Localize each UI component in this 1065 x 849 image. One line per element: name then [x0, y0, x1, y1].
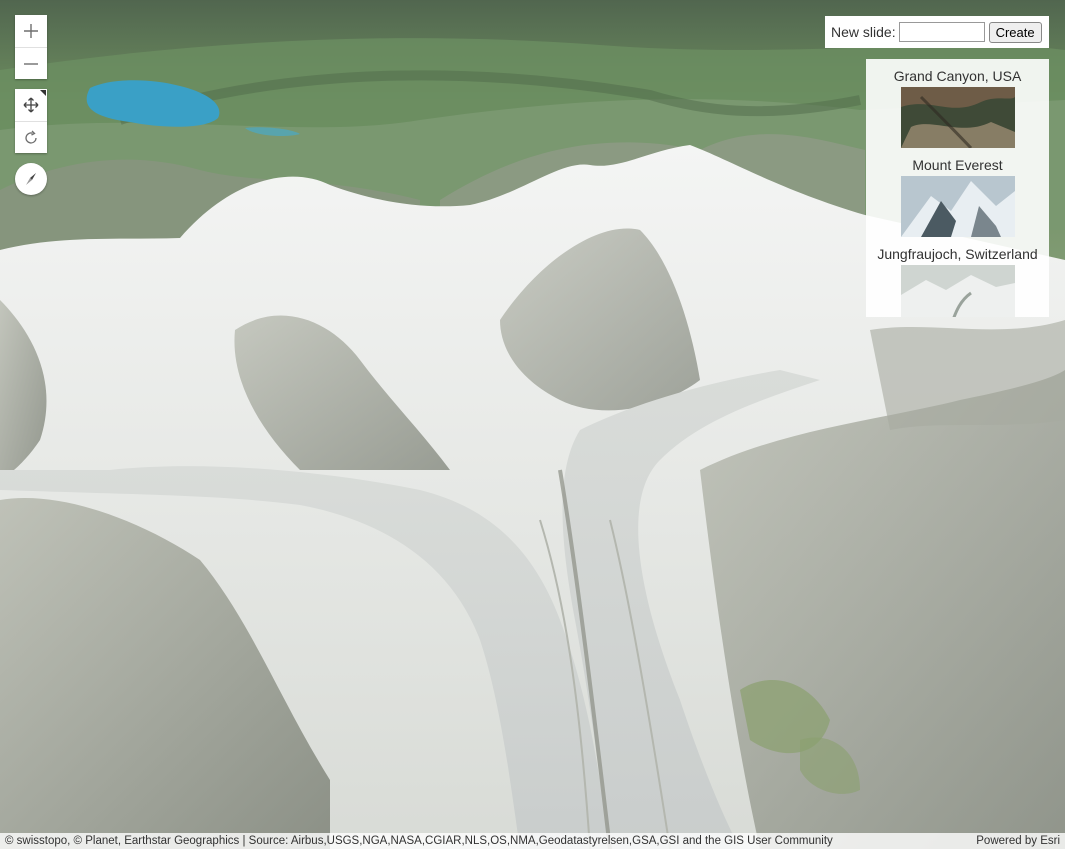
pan-button[interactable]: [15, 89, 47, 121]
slide-title: Grand Canyon, USA: [893, 68, 1022, 84]
slide-thumbnail[interactable]: [900, 176, 1015, 237]
slide-name-input[interactable]: [898, 22, 985, 42]
plus-icon: [24, 24, 38, 38]
slide-item[interactable]: Grand Canyon, USA: [866, 68, 1049, 148]
zoom-in-button[interactable]: [15, 15, 47, 47]
rotate-icon: [25, 130, 37, 144]
pan-arrows-icon: [23, 97, 39, 113]
new-slide-label: New slide:: [831, 24, 896, 40]
powered-by-link[interactable]: Powered by Esri: [976, 835, 1060, 847]
zoom-widget: [15, 15, 47, 79]
attribution-bar: © swisstopo, © Planet, Earthstar Geograp…: [0, 833, 1065, 849]
slide-thumbnail[interactable]: [900, 87, 1015, 148]
minus-icon: [24, 62, 38, 65]
slide-item[interactable]: Mount Everest: [866, 157, 1049, 237]
slide-thumbnail[interactable]: [900, 265, 1015, 317]
compass-icon: [26, 173, 36, 185]
create-slide-bar: New slide: Create: [825, 16, 1049, 48]
slide-item[interactable]: Jungfraujoch, Switzerland: [866, 246, 1049, 317]
create-button[interactable]: Create: [988, 21, 1042, 43]
zoom-out-button[interactable]: [15, 47, 47, 79]
slide-title: Mount Everest: [912, 157, 1003, 173]
slides-panel: Grand Canyon, USA Mount Everest Jungfrau…: [866, 59, 1049, 317]
compass-button[interactable]: [15, 163, 47, 195]
slide-title: Jungfraujoch, Switzerland: [877, 246, 1038, 262]
navigation-toggle: [15, 89, 47, 153]
rotate-button[interactable]: [15, 121, 47, 153]
attribution-text[interactable]: © swisstopo, © Planet, Earthstar Geograp…: [5, 835, 833, 847]
